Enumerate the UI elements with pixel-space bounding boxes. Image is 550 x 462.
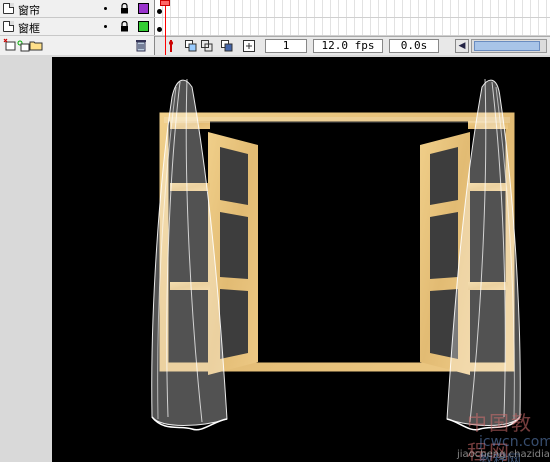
- modify-onion-markers-icon[interactable]: [243, 40, 255, 52]
- scroll-left-button[interactable]: ◀: [455, 39, 469, 53]
- onion-skin-outlines-icon[interactable]: [201, 40, 213, 52]
- stage-canvas[interactable]: 中国教程网 jcwcn.com 教程网 jiaocheng.chazidian.…: [52, 57, 550, 462]
- frame-rate-field[interactable]: 12.0 fps: [313, 39, 383, 53]
- layer-row-curtain[interactable]: 窗帘: [0, 0, 155, 18]
- add-layer-icon[interactable]: [3, 38, 17, 52]
- timeline-panel: 窗帘 窗框 1 12.0 fps 0.0s ◀: [0, 0, 550, 55]
- stage-artwork: [151, 78, 521, 431]
- visibility-dot-icon[interactable]: [104, 7, 107, 10]
- lock-icon[interactable]: [120, 21, 129, 32]
- keyframe[interactable]: [157, 9, 162, 14]
- frame-grid[interactable]: [155, 0, 550, 36]
- layer-tools: [0, 36, 155, 55]
- layer-icon: [3, 3, 14, 14]
- layer-list: 窗帘 窗框: [0, 0, 155, 55]
- layer-name: 窗框: [18, 22, 40, 35]
- layer-icon: [3, 21, 14, 32]
- add-folder-icon[interactable]: [29, 38, 43, 52]
- keyframe[interactable]: [157, 27, 162, 32]
- add-motion-guide-icon[interactable]: [16, 38, 30, 52]
- lock-icon[interactable]: [120, 3, 129, 14]
- frame-row[interactable]: [155, 0, 550, 18]
- timeline-scrollbar[interactable]: [471, 39, 547, 53]
- timeline-status-bar: 1 12.0 fps 0.0s ◀: [155, 36, 550, 55]
- edit-multiple-frames-icon[interactable]: [221, 40, 233, 52]
- playhead-handle[interactable]: [160, 0, 170, 6]
- visibility-dot-icon[interactable]: [104, 25, 107, 28]
- curtain-overlay: [164, 117, 510, 123]
- watermark-url: jiaocheng.chazidian.com: [457, 449, 550, 460]
- onion-skin-icon[interactable]: [185, 40, 197, 52]
- layer-name: 窗帘: [18, 4, 40, 17]
- layer-row-frame[interactable]: 窗框: [0, 18, 155, 36]
- playhead[interactable]: [165, 0, 166, 55]
- layer-color-swatch[interactable]: [138, 3, 149, 14]
- elapsed-time-field: 0.0s: [389, 39, 439, 53]
- scrollbar-thumb[interactable]: [474, 41, 540, 51]
- frame-row[interactable]: [155, 18, 550, 36]
- center-frame-icon[interactable]: [165, 40, 177, 52]
- trash-icon[interactable]: [134, 38, 148, 52]
- work-area: 中国教程网 jcwcn.com 教程网 jiaocheng.chazidian.…: [0, 55, 550, 462]
- layer-color-swatch[interactable]: [138, 21, 149, 32]
- current-frame-field: 1: [265, 39, 307, 53]
